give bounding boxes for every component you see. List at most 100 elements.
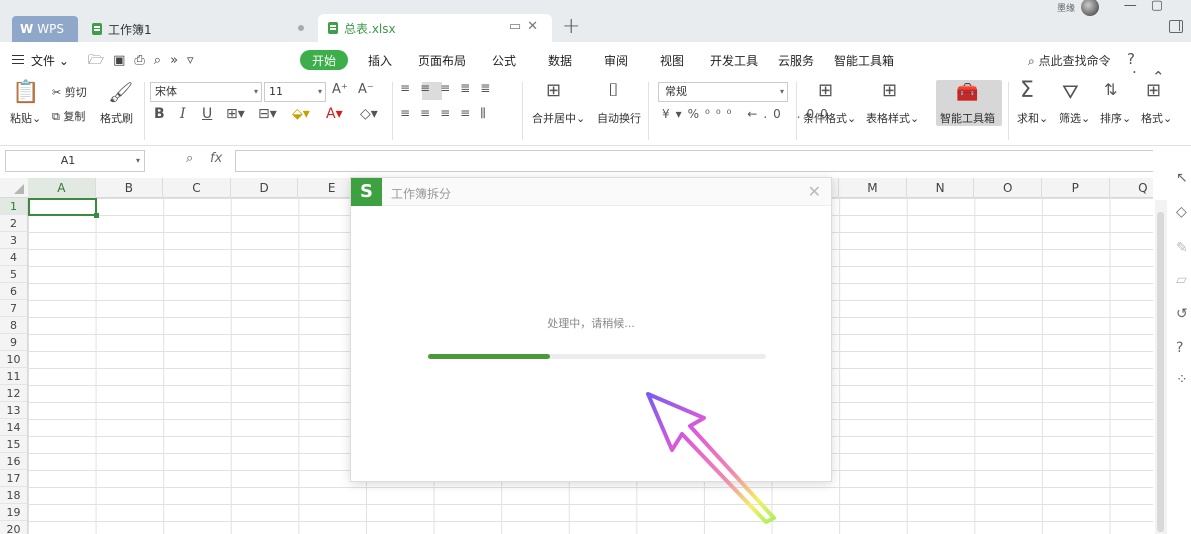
- close-icon[interactable]: ✕: [808, 182, 821, 201]
- command-search[interactable]: ⌕ 点此查找命令: [1028, 52, 1111, 69]
- font-color-icon[interactable]: A▾: [326, 106, 343, 122]
- row-header[interactable]: 12: [0, 385, 27, 402]
- tab-view[interactable]: 视图: [660, 52, 684, 69]
- window-controls[interactable]: —▢: [1124, 0, 1177, 13]
- conditional-format-icon[interactable]: ⊞: [818, 80, 833, 101]
- zoom-icon[interactable]: ⌕: [186, 151, 193, 166]
- cut-button[interactable]: ✂ 剪切: [52, 84, 87, 100]
- menu-icon[interactable]: [12, 55, 24, 64]
- filter-icon[interactable]: ⛛: [1062, 80, 1079, 104]
- bold-icon[interactable]: B: [154, 106, 165, 122]
- merge-center-button[interactable]: 合并居中⌄: [532, 110, 585, 126]
- row-header[interactable]: 6: [0, 283, 27, 300]
- table-style-button[interactable]: 表格样式⌄: [866, 110, 919, 126]
- tab-data[interactable]: 数据: [548, 52, 572, 69]
- select-all-icon[interactable]: [14, 184, 24, 194]
- sort-button[interactable]: 排序⌄: [1100, 110, 1131, 126]
- fill-color-icon[interactable]: ⬙▾: [292, 106, 310, 122]
- row-header[interactable]: 20: [0, 521, 27, 534]
- format-icon[interactable]: ⊞: [1146, 80, 1161, 101]
- vertical-scrollbar[interactable]: [1155, 200, 1167, 534]
- font-size-decrease-icon[interactable]: A⁻: [358, 82, 374, 97]
- column-header[interactable]: O: [974, 178, 1042, 198]
- row-header[interactable]: 18: [0, 487, 27, 504]
- tab-home[interactable]: 开始: [300, 50, 348, 70]
- column-header[interactable]: B: [96, 178, 164, 198]
- user-account[interactable]: 墨缘: [1057, 0, 1099, 16]
- conditional-format-button[interactable]: 条件格式⌄: [803, 110, 856, 126]
- side-panel-icon[interactable]: [1169, 20, 1183, 33]
- row-header[interactable]: 19: [0, 504, 27, 521]
- table-style-icon[interactable]: ⊞: [882, 80, 897, 101]
- help-circle-icon[interactable]: ?: [1176, 340, 1183, 356]
- row-header[interactable]: 8: [0, 317, 27, 334]
- wrap-text-icon[interactable]: ⌷: [608, 80, 619, 101]
- row-header[interactable]: 16: [0, 453, 27, 470]
- cell-style-icon[interactable]: ⊟▾: [258, 106, 277, 122]
- fill-handle[interactable]: [94, 213, 99, 218]
- row-header[interactable]: 15: [0, 436, 27, 453]
- file-menu[interactable]: 文件 ⌄: [31, 52, 69, 69]
- row-header[interactable]: 13: [0, 402, 27, 419]
- row-header[interactable]: 14: [0, 419, 27, 436]
- tab-formulas[interactable]: 公式: [492, 52, 516, 69]
- tab-smart-toolbox[interactable]: 智能工具箱: [834, 52, 894, 69]
- formula-input[interactable]: [235, 150, 1166, 172]
- column-header[interactable]: A: [28, 178, 96, 198]
- tab-cloud[interactable]: 云服务: [778, 52, 814, 69]
- quick-access-icons[interactable]: 🗁▣⎙⌕»▿: [88, 51, 203, 73]
- tab-page-layout[interactable]: 页面布局: [418, 52, 466, 69]
- row-header[interactable]: 17: [0, 470, 27, 487]
- number-format-select[interactable]: 常规 ▾: [658, 82, 788, 102]
- note-icon[interactable]: ▱: [1176, 272, 1187, 288]
- font-name-select[interactable]: 宋体 ▾: [150, 82, 262, 102]
- format-button[interactable]: 格式⌄: [1141, 110, 1172, 126]
- column-header[interactable]: N: [907, 178, 975, 198]
- scroll-thumb[interactable]: [1157, 212, 1164, 532]
- tab-summary-xlsx[interactable]: 总表.xlsx ▭✕: [318, 14, 552, 42]
- sum-icon[interactable]: Σ: [1020, 78, 1034, 103]
- paste-icon[interactable]: 📋: [12, 80, 39, 105]
- fx-icon[interactable]: fx: [210, 151, 222, 166]
- apps-icon[interactable]: ⁘: [1176, 372, 1188, 388]
- column-header[interactable]: D: [231, 178, 299, 198]
- history-icon[interactable]: ↺: [1176, 306, 1188, 322]
- font-size-increase-icon[interactable]: A⁺: [332, 82, 348, 97]
- border-icon[interactable]: ⊞▾: [226, 106, 245, 122]
- column-header[interactable]: Q: [1110, 178, 1153, 198]
- tab-workbook1[interactable]: 工作簿1: [84, 16, 316, 42]
- column-header[interactable]: P: [1042, 178, 1110, 198]
- selected-cell[interactable]: [28, 198, 99, 218]
- column-header[interactable]: M: [839, 178, 907, 198]
- row-header[interactable]: 5: [0, 266, 27, 283]
- name-box[interactable]: A1 ▾: [5, 150, 145, 172]
- tab-review[interactable]: 审阅: [604, 52, 628, 69]
- underline-icon[interactable]: U: [202, 106, 212, 122]
- wrap-text-button[interactable]: 自动换行: [597, 110, 641, 126]
- tab-close-icon[interactable]: ▭✕: [509, 19, 544, 34]
- vertical-align-icons[interactable]: ≡≡≡≣≣: [400, 81, 500, 95]
- copy-button[interactable]: ⧉ 复制: [52, 108, 85, 124]
- merge-center-icon[interactable]: ⊞: [546, 80, 561, 101]
- row-header[interactable]: 3: [0, 232, 27, 249]
- sort-icon[interactable]: ⇅: [1104, 80, 1117, 99]
- horizontal-align-icons[interactable]: ≡≡≡≡⫼: [400, 106, 496, 121]
- row-header[interactable]: 2: [0, 215, 27, 232]
- font-size-select[interactable]: 11 ▾: [264, 82, 326, 102]
- row-header[interactable]: 9: [0, 334, 27, 351]
- tab-insert[interactable]: 插入: [368, 52, 392, 69]
- new-tab-button[interactable]: +: [562, 14, 580, 39]
- row-header[interactable]: 10: [0, 351, 27, 368]
- tab-wps-home[interactable]: W WPS: [12, 16, 78, 42]
- row-header[interactable]: 11: [0, 368, 27, 385]
- clear-icon[interactable]: ◇▾: [360, 106, 378, 122]
- shapes-icon[interactable]: ◇: [1176, 204, 1187, 220]
- format-painter-icon[interactable]: 🖌: [108, 80, 133, 104]
- row-header[interactable]: 1: [0, 198, 27, 215]
- column-header[interactable]: C: [163, 178, 231, 198]
- sum-button[interactable]: 求和⌄: [1017, 110, 1048, 126]
- edit-icon[interactable]: ✎: [1176, 240, 1188, 256]
- format-painter-button[interactable]: 格式刷: [100, 110, 133, 126]
- pointer-icon[interactable]: ↖: [1176, 170, 1188, 186]
- filter-button[interactable]: 筛选⌄: [1059, 110, 1090, 126]
